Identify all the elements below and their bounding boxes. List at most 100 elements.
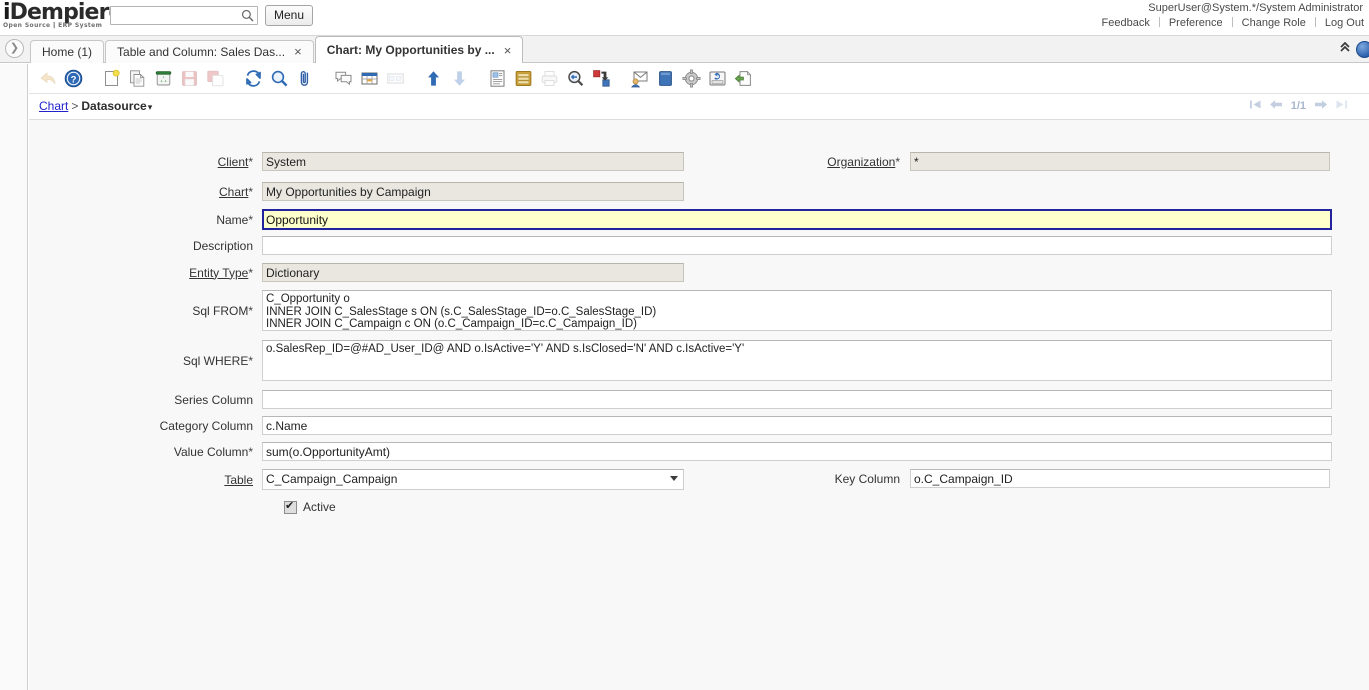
delete-record-icon[interactable] [152, 67, 174, 91]
tab-table-and-column[interactable]: Table and Column: Sales Das... × [105, 40, 314, 63]
close-icon[interactable]: × [294, 41, 302, 63]
help-orb-icon[interactable] [1356, 41, 1369, 58]
record-form: Client* Organization* Chart* Name* Descr… [29, 119, 1369, 690]
preference-gear-icon[interactable] [680, 67, 702, 91]
required-marker: * [248, 266, 253, 280]
archive-icon[interactable] [512, 67, 534, 91]
help-icon[interactable]: ? [62, 67, 84, 91]
active-checkbox[interactable] [284, 501, 297, 514]
request-icon[interactable] [628, 67, 650, 91]
search-icon[interactable] [241, 9, 254, 22]
chart-label-text[interactable]: Chart [219, 185, 248, 199]
field-row-description: Description [29, 236, 1332, 255]
grid-toggle-icon[interactable] [358, 67, 380, 91]
export-icon[interactable] [590, 67, 612, 91]
chart-field[interactable] [262, 182, 684, 201]
chevron-down-icon[interactable]: ▾ [147, 102, 153, 112]
chart-label: Chart* [29, 185, 253, 199]
sql-where-label: Sql WHERE* [29, 354, 253, 368]
field-row-category-column: Category Column [29, 416, 1332, 435]
required-marker: * [248, 213, 253, 227]
logo-tagline-left: Open Source [3, 22, 51, 29]
parent-record-icon[interactable] [422, 67, 444, 91]
new-record-icon[interactable] [100, 67, 122, 91]
attachment-icon[interactable] [294, 67, 316, 91]
undo-icon[interactable] [36, 67, 58, 91]
print-icon[interactable] [538, 67, 560, 91]
detail-record-icon[interactable] [448, 67, 470, 91]
field-row-entity-type: Entity Type* [29, 263, 684, 282]
category-column-label: Category Column [29, 419, 253, 433]
category-column-field[interactable] [262, 416, 1332, 435]
save-icon[interactable] [178, 67, 200, 91]
breadcrumb-separator: > [68, 99, 81, 113]
logo-tagline: Open Source | ERP System [3, 22, 111, 29]
name-label: Name* [29, 213, 253, 227]
record-pager: 1/1 [1246, 97, 1351, 115]
series-column-label: Series Column [29, 393, 253, 407]
tab-chart-my-opportunities[interactable]: Chart: My Opportunities by ... × [315, 36, 524, 63]
logo-wordmark: iDempiere [3, 2, 111, 24]
required-marker: * [248, 354, 253, 368]
key-column-label: Key Column [29, 472, 900, 486]
field-row-sql-where: Sql WHERE* [29, 340, 1332, 381]
menu-button[interactable]: Menu [265, 5, 313, 26]
tab-home[interactable]: Home (1) [30, 40, 104, 63]
field-row-active: Active [284, 500, 336, 514]
find-icon[interactable] [268, 67, 290, 91]
chat-icon[interactable] [332, 67, 354, 91]
copy-record-icon[interactable] [126, 67, 148, 91]
tab-chart-my-opportunities-label: Chart: My Opportunities by ... [327, 38, 495, 63]
breadcrumb-root-link[interactable]: Chart [39, 99, 68, 113]
window-tab-bar: ❯ Home (1) Table and Column: Sales Das..… [0, 36, 1369, 63]
sql-where-field[interactable] [262, 340, 1332, 381]
form-toggle-icon[interactable] [384, 67, 406, 91]
tab-home-label: Home (1) [42, 41, 92, 63]
zoom-across-icon[interactable] [564, 67, 586, 91]
preference-link[interactable]: Preference [1160, 17, 1232, 29]
name-label-text: Name [216, 213, 248, 227]
breadcrumb-current-tab[interactable]: Datasource [81, 99, 146, 113]
change-role-link[interactable]: Change Role [1233, 17, 1315, 29]
organization-field[interactable] [910, 152, 1330, 171]
last-page-icon[interactable] [1331, 97, 1351, 115]
sql-from-field[interactable] [262, 290, 1332, 331]
chevron-double-up-icon[interactable] [1334, 40, 1356, 58]
refresh-icon[interactable] [242, 67, 264, 91]
product-info-icon[interactable] [654, 67, 676, 91]
value-column-field[interactable] [262, 442, 1332, 461]
next-page-icon[interactable] [1311, 97, 1331, 115]
pager-position: 1/1 [1286, 100, 1311, 112]
tab-list: Home (1) Table and Column: Sales Das... … [30, 36, 524, 63]
entity-type-field[interactable] [262, 263, 684, 282]
key-column-field[interactable] [910, 469, 1330, 488]
logo-tagline-right: ERP System [58, 22, 102, 29]
organization-label-text[interactable]: Organization [827, 155, 895, 169]
left-rail [0, 64, 28, 690]
field-row-value-column: Value Column* [29, 442, 1332, 461]
required-marker: * [248, 445, 253, 459]
series-column-field[interactable] [262, 390, 1332, 409]
global-search[interactable] [110, 6, 258, 25]
sql-from-label-text: Sql FROM [192, 304, 248, 318]
required-marker: * [248, 304, 253, 318]
log-out-link[interactable]: Log Out [1316, 17, 1369, 29]
feedback-link[interactable]: Feedback [1093, 17, 1159, 29]
first-page-icon[interactable] [1246, 97, 1266, 115]
name-field[interactable] [262, 209, 1332, 230]
description-field[interactable] [262, 236, 1332, 255]
save-create-new-icon[interactable] [204, 67, 226, 91]
value-column-label-text: Value Column [174, 445, 248, 459]
sql-from-label: Sql FROM* [29, 304, 253, 318]
user-context-label: SuperUser@System.*/System Administrator [1148, 2, 1363, 14]
prev-page-icon[interactable] [1266, 97, 1286, 115]
report-icon[interactable] [486, 67, 508, 91]
field-row-series-column: Series Column [29, 390, 1332, 409]
file-export-icon[interactable] [732, 67, 754, 91]
archive-in-icon[interactable] [706, 67, 728, 91]
entity-type-label-text[interactable]: Entity Type [189, 266, 248, 280]
search-input[interactable] [111, 7, 237, 24]
close-icon[interactable]: × [504, 38, 512, 63]
chevron-right-icon[interactable]: ❯ [5, 39, 24, 58]
field-row-key-column: Key Column [29, 469, 1330, 488]
